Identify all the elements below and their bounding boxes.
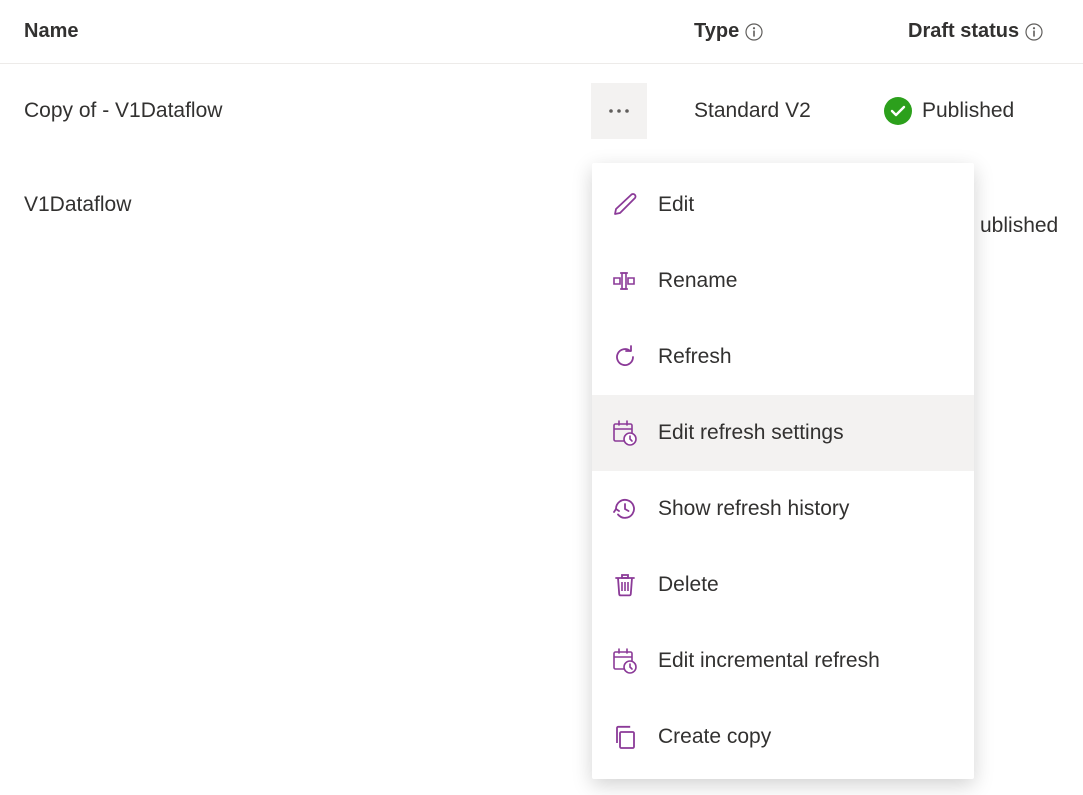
cell-type: Standard V2 — [694, 99, 884, 123]
copy-icon — [610, 722, 640, 752]
info-icon[interactable] — [745, 23, 763, 41]
more-options-button[interactable] — [591, 83, 647, 139]
menu-item-refresh[interactable]: Refresh — [592, 319, 974, 395]
cell-name[interactable]: Copy of - V1Dataflow — [24, 99, 591, 123]
table-header-row: Name Type Draft status — [0, 0, 1083, 64]
menu-item-delete[interactable]: Delete — [592, 547, 974, 623]
menu-item-label: Edit incremental refresh — [658, 649, 880, 673]
cell-draft-status: Published — [884, 97, 1083, 125]
menu-item-show-refresh-history[interactable]: Show refresh history — [592, 471, 974, 547]
cell-name[interactable]: V1Dataflow — [24, 193, 591, 217]
context-menu: Edit Rename Refresh Edit refresh setting… — [592, 163, 974, 779]
menu-item-label: Delete — [658, 573, 719, 597]
menu-item-edit-incremental-refresh[interactable]: Edit incremental refresh — [592, 623, 974, 699]
column-header-name[interactable]: Name — [24, 20, 694, 43]
column-header-type-label: Type — [694, 20, 739, 43]
menu-item-label: Create copy — [658, 725, 771, 749]
table-row[interactable]: Copy of - V1Dataflow Standard V2 Publish… — [0, 64, 1083, 158]
status-label: Published — [922, 99, 1014, 123]
status-label-obscured: ublished — [980, 214, 1058, 238]
menu-item-create-copy[interactable]: Create copy — [592, 699, 974, 775]
rename-icon — [610, 266, 640, 296]
menu-item-label: Edit refresh settings — [658, 421, 844, 445]
column-header-type[interactable]: Type — [694, 20, 908, 43]
trash-icon — [610, 570, 640, 600]
column-header-draft-status[interactable]: Draft status — [908, 20, 1083, 43]
menu-item-edit-refresh-settings[interactable]: Edit refresh settings — [592, 395, 974, 471]
schedule-icon — [610, 418, 640, 448]
info-icon[interactable] — [1025, 23, 1043, 41]
cell-actions — [591, 83, 694, 139]
menu-item-label: Show refresh history — [658, 497, 849, 521]
history-icon — [610, 494, 640, 524]
menu-item-edit[interactable]: Edit — [592, 167, 974, 243]
pencil-icon — [610, 190, 640, 220]
schedule-icon — [610, 646, 640, 676]
menu-item-label: Refresh — [658, 345, 732, 369]
menu-item-rename[interactable]: Rename — [592, 243, 974, 319]
check-icon — [884, 97, 912, 125]
menu-item-label: Rename — [658, 269, 737, 293]
menu-item-label: Edit — [658, 193, 694, 217]
refresh-icon — [610, 342, 640, 372]
column-header-draft-label: Draft status — [908, 20, 1019, 43]
